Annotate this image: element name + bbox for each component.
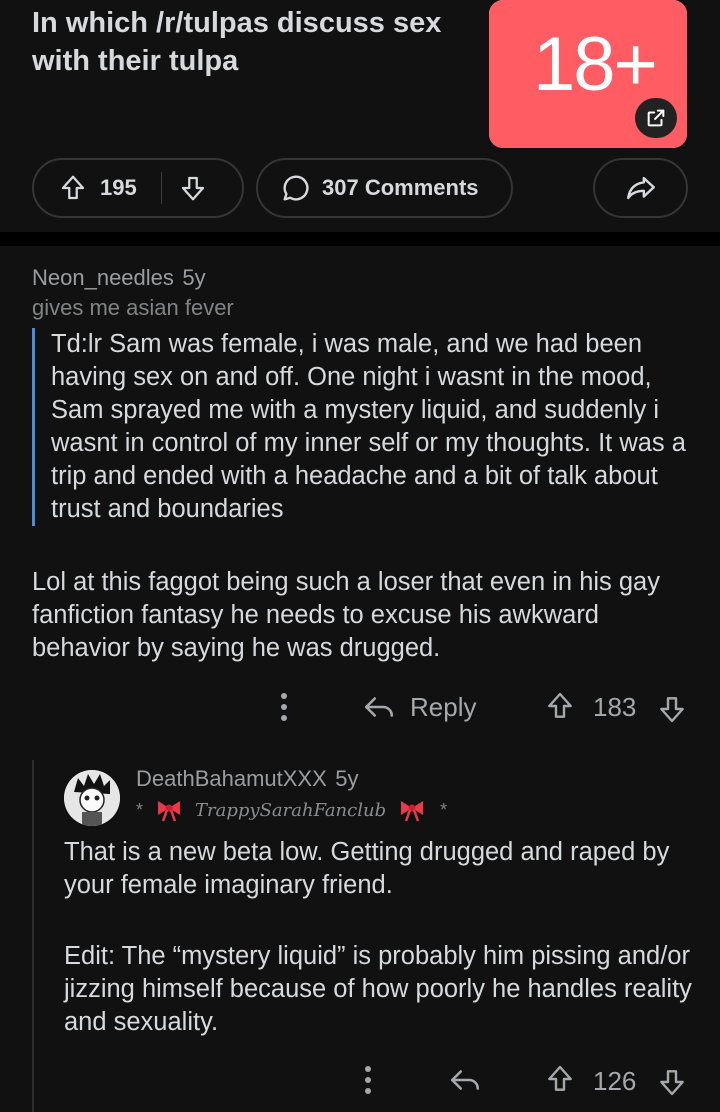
flair-script-text: TrappySarahFanclub — [195, 799, 387, 821]
comment2-more-options-icon[interactable] — [356, 1063, 380, 1097]
post-vote-bar: 195 — [32, 158, 244, 218]
comment2-downvote-icon[interactable] — [656, 1066, 688, 1098]
flair-star-left: * — [136, 799, 144, 820]
comments-count-label: 307 Comments — [322, 175, 479, 200]
comment2-age: 5y — [335, 766, 359, 791]
comment2-reply-icon[interactable] — [448, 1063, 482, 1097]
comment2-username[interactable]: DeathBahamutXXX — [136, 766, 327, 791]
bow-emoji-icon — [155, 798, 183, 822]
nsfw-label: 18+ — [533, 22, 658, 107]
comment2-upvote-icon[interactable] — [544, 1063, 576, 1095]
bow-emoji-icon-right — [398, 798, 426, 822]
post-vote-count: 195 — [100, 175, 137, 200]
flair-star-right: * — [440, 799, 448, 820]
share-button[interactable] — [593, 158, 688, 218]
comment1-more-options-icon[interactable] — [272, 690, 296, 724]
section-divider — [0, 232, 720, 246]
reply-label: Reply — [410, 691, 477, 722]
comment1-quote: Td:lr Sam was female, i was male, and we… — [32, 328, 692, 526]
comment1-upvote-icon[interactable] — [544, 690, 576, 722]
comment1-header: Neon_needles 5y — [32, 265, 206, 291]
post-title[interactable]: In which /r/tulpas discuss sex with thei… — [32, 4, 472, 80]
comment1-reply-button[interactable]: Reply — [362, 690, 476, 724]
vote-divider — [160, 172, 162, 204]
share-arrow-icon — [624, 171, 658, 205]
comment2-avatar[interactable] — [64, 770, 120, 826]
nsfw-thumbnail[interactable]: 18+ — [489, 0, 687, 148]
comment2-header: DeathBahamutXXX 5y — [136, 766, 358, 792]
comment1-user-flair: gives me asian fever — [32, 295, 234, 320]
comments-button[interactable]: 307 Comments — [256, 158, 513, 218]
reply-arrow-icon — [362, 690, 396, 724]
comment1-vote-count: 183 — [593, 692, 637, 722]
comment2-body-paragraph-2: Edit: The “mystery liquid” is probably h… — [64, 942, 692, 1036]
downvote-arrow-icon[interactable] — [178, 173, 208, 203]
upvote-arrow-icon[interactable] — [58, 173, 88, 203]
comment2-vote-count: 126 — [593, 1066, 637, 1096]
external-link-icon[interactable] — [635, 98, 677, 138]
comment2-user-flair: * TrappySarahFanclub * — [136, 798, 447, 822]
comment1-username[interactable]: Neon_needles — [32, 265, 174, 290]
comment1-body: Lol at this faggot being such a loser th… — [32, 568, 660, 662]
comment1-age: 5y — [182, 265, 206, 290]
comment2-body-paragraph-1: That is a new beta low. Getting drugged … — [64, 838, 670, 899]
comment1-downvote-icon[interactable] — [656, 693, 688, 725]
thread-line[interactable] — [32, 760, 34, 1112]
comment-bubble-icon — [280, 172, 312, 204]
